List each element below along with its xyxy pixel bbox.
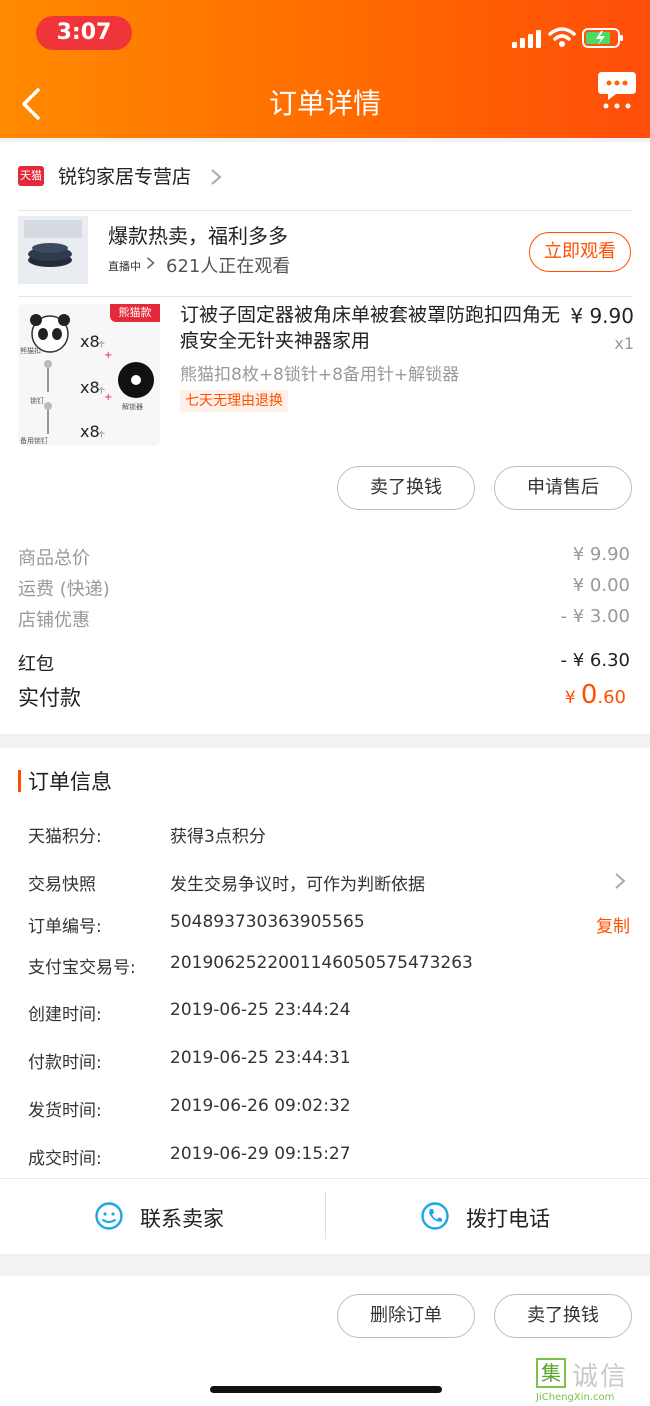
chat-face-icon[interactable] bbox=[94, 1201, 124, 1231]
product-tag: 熊猫款 bbox=[110, 304, 160, 322]
live-thumbnail-image bbox=[18, 216, 88, 284]
svg-text:+: + bbox=[104, 392, 112, 403]
info-label[interactable]: 交易快照 bbox=[28, 870, 96, 895]
info-value: 获得3点积分 bbox=[170, 827, 266, 847]
wifi-icon bbox=[548, 27, 576, 47]
live-status-tag: 直播中 bbox=[108, 260, 141, 273]
product-price: ¥ 9.90 bbox=[570, 304, 634, 328]
tmall-badge: 天猫 bbox=[18, 166, 44, 186]
chevron-right-icon[interactable] bbox=[210, 168, 222, 186]
svg-text:+: + bbox=[104, 350, 112, 361]
image-label-x8: x8 bbox=[80, 378, 100, 397]
paid-currency: ¥ bbox=[564, 688, 576, 708]
divider bbox=[325, 1191, 326, 1239]
info-label: 成交时间: bbox=[28, 1149, 102, 1169]
order-card: 天猫 锐钧家居专营店 爆款热卖，福利多多 直播中 621人正在观看 立即观看 +… bbox=[0, 142, 650, 734]
sell-button[interactable]: 卖了换钱 bbox=[337, 466, 475, 510]
product-sku: 熊猫扣8枚+8锁针+8备用针+解锁器 bbox=[180, 365, 460, 385]
info-value: 2019-06-25 23:44:24 bbox=[170, 1000, 351, 1020]
image-label-unit: 个 bbox=[98, 341, 105, 349]
info-value: 2019062522001146050575473263 bbox=[170, 953, 473, 973]
chevron-right-icon[interactable] bbox=[614, 872, 626, 890]
sell-button[interactable]: 卖了换钱 bbox=[494, 1294, 632, 1338]
fee-value: ¥ 9.90 bbox=[572, 544, 630, 565]
watermark-text: 诚信 bbox=[572, 1362, 629, 1392]
image-label-unit: 个 bbox=[98, 431, 105, 439]
watermark-logo: 集 bbox=[536, 1358, 566, 1388]
paid-amount: ¥ 0.60 bbox=[565, 680, 626, 710]
product-title[interactable]: 订被子固定器被角床单被套被罩防跑扣四角无痕安全无针夹神器家用 bbox=[180, 302, 562, 354]
divider bbox=[18, 210, 632, 211]
image-label-unit: 个 bbox=[98, 387, 105, 395]
chevron-right-icon bbox=[147, 257, 155, 269]
section-accent-bar bbox=[18, 770, 21, 792]
info-label: 付款时间: bbox=[28, 1053, 102, 1073]
section-title: 订单信息 bbox=[28, 770, 112, 794]
image-label-x8: x8 bbox=[80, 332, 100, 351]
divider bbox=[18, 296, 632, 297]
delete-order-button[interactable]: 删除订单 bbox=[337, 1294, 475, 1338]
watch-live-button[interactable]: 立即观看 bbox=[529, 232, 631, 272]
signal-icon bbox=[512, 30, 541, 48]
fee-label: 运费 (快递) bbox=[18, 579, 110, 600]
info-label: 支付宝交易号: bbox=[28, 958, 136, 978]
paid-decimal: .60 bbox=[597, 687, 626, 708]
call-phone-button[interactable]: 拨打电话 bbox=[466, 1203, 550, 1233]
info-value[interactable]: 发生交易争议时，可作为判断依据 bbox=[170, 870, 425, 895]
watermark-url: JiChengXin.com bbox=[536, 1392, 615, 1403]
image-label-lock-pin: 锁钉 bbox=[30, 397, 44, 405]
store-name[interactable]: 锐钧家居专营店 bbox=[58, 162, 191, 189]
paid-label: 实付款 bbox=[18, 686, 81, 710]
return-policy-badge: 七天无理由退换 bbox=[180, 390, 288, 412]
phone-icon[interactable] bbox=[420, 1201, 450, 1231]
message-icon[interactable] bbox=[596, 70, 638, 110]
page-title: 订单详情 bbox=[268, 87, 381, 120]
copy-button[interactable]: 复制 bbox=[596, 912, 630, 937]
info-label: 订单编号: bbox=[28, 917, 102, 937]
header-bar: 3:07 订单详情 bbox=[0, 0, 650, 138]
fee-label: 商品总价 bbox=[18, 548, 90, 569]
image-label-panda: 熊猫扣 bbox=[20, 347, 41, 355]
paid-integer: 0 bbox=[580, 680, 598, 710]
status-time: 3:07 bbox=[36, 16, 132, 50]
fee-value: - ¥ 3.00 bbox=[560, 606, 630, 627]
fee-label: 红包 bbox=[18, 654, 54, 675]
info-value: 2019-06-29 09:15:27 bbox=[170, 1144, 351, 1164]
product-image[interactable]: + + 熊猫扣 x8 个 锁钉 x8 个 解锁器 备用锁钉 x8 个 bbox=[18, 304, 160, 446]
fee-label: 店铺优惠 bbox=[18, 610, 90, 631]
info-label: 创建时间: bbox=[28, 1005, 102, 1025]
image-label-unlocker: 解锁器 bbox=[122, 403, 143, 411]
contact-seller-button[interactable]: 联系卖家 bbox=[140, 1203, 224, 1233]
image-label-x8: x8 bbox=[80, 422, 100, 441]
fee-value: - ¥ 6.30 bbox=[560, 650, 630, 671]
contact-row: 联系卖家 拨打电话 bbox=[0, 1178, 650, 1254]
battery-icon bbox=[582, 28, 623, 48]
live-title: 爆款热卖，福利多多 bbox=[108, 224, 288, 248]
after-sale-button[interactable]: 申请售后 bbox=[494, 466, 632, 510]
image-label-spare-pin: 备用锁钉 bbox=[20, 437, 48, 445]
info-label: 发货时间: bbox=[28, 1101, 102, 1121]
info-value: 2019-06-26 09:02:32 bbox=[170, 1096, 351, 1116]
product-quantity: x1 bbox=[614, 334, 634, 353]
fee-value: ¥ 0.00 bbox=[572, 575, 630, 596]
info-value: 504893730363905565 bbox=[170, 912, 365, 932]
live-viewers: 621人正在观看 bbox=[166, 256, 291, 277]
order-info-card: 订单信息 天猫积分: 获得3点积分 交易快照 发生交易争议时，可作为判断依据 订… bbox=[0, 748, 650, 1254]
info-label: 天猫积分: bbox=[28, 827, 102, 847]
live-thumbnail[interactable] bbox=[18, 216, 88, 284]
info-value: 2019-06-25 23:44:31 bbox=[170, 1048, 351, 1068]
home-indicator bbox=[210, 1386, 442, 1393]
